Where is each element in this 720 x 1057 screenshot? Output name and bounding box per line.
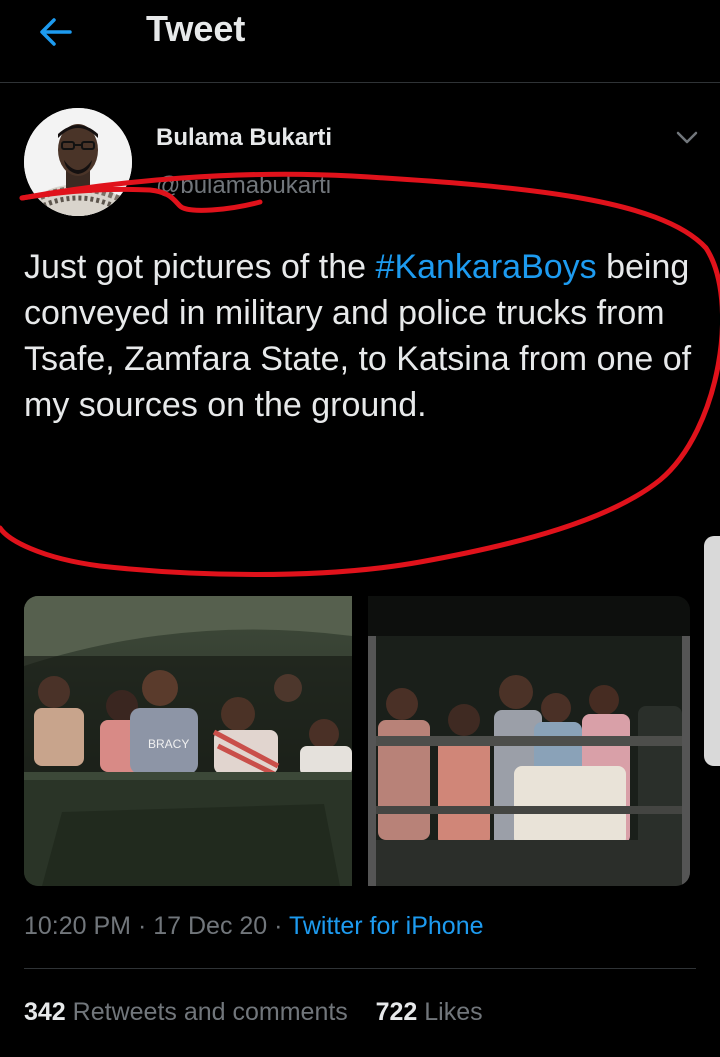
tweet-image-2[interactable] [368, 596, 690, 886]
tweet-stats: 342 Retweets and comments 722 Likes [24, 998, 483, 1027]
likes-stat[interactable]: 722 Likes [376, 998, 483, 1026]
tweet-text-before: Just got pictures of the [24, 248, 376, 286]
hashtag-link[interactable]: #KankaraBoys [376, 248, 597, 286]
likes-label: Likes [424, 998, 483, 1026]
tweet-source-link[interactable]: Twitter for iPhone [289, 912, 484, 940]
chevron-down-icon[interactable] [670, 124, 704, 152]
page-title: Tweet [146, 8, 246, 49]
tweet-time: 10:20 PM [24, 912, 132, 940]
retweets-stat[interactable]: 342 Retweets and comments [24, 998, 348, 1026]
top-bar: Tweet [0, 0, 720, 83]
tweet-image-1[interactable]: BRACY [24, 596, 352, 886]
divider [24, 968, 696, 969]
avatar[interactable] [24, 108, 132, 216]
back-arrow-icon[interactable] [34, 10, 78, 54]
author-handle[interactable]: @bulamabukarti [156, 172, 331, 200]
author-name[interactable]: Bulama Bukarti [156, 124, 332, 152]
avatar-photo [24, 108, 132, 216]
tweet-text: Just got pictures of the #KankaraBoys be… [24, 244, 694, 428]
likes-count: 722 [375, 998, 418, 1026]
meta-separator: · [131, 912, 154, 940]
shirt-text: BRACY [148, 737, 189, 751]
retweets-label: Retweets and comments [72, 998, 348, 1026]
tweet-meta: 10:20 PM · 17 Dec 20 · Twitter for iPhon… [24, 912, 484, 941]
meta-separator: · [267, 912, 289, 940]
scroll-handle[interactable] [704, 536, 720, 766]
retweets-count: 342 [24, 998, 66, 1026]
tweet-date: 17 Dec 20 [153, 912, 268, 940]
